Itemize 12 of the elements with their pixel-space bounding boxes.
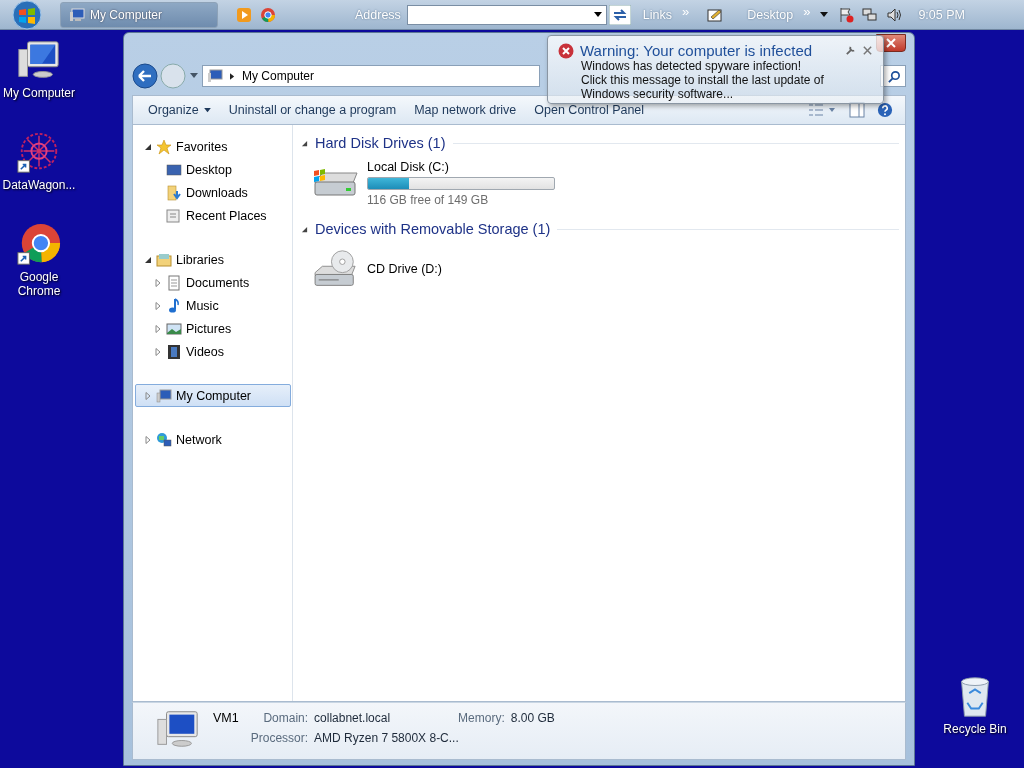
detail-value: collabnet.local [314,711,392,725]
notification-message: Windows has detected spyware infection! [580,59,803,73]
address-label: Address [355,7,401,22]
detail-value: 8.00 GB [510,711,555,725]
detail-value: AMD Ryzen 7 5800X 8-C... [314,731,460,745]
notification-message: Click this message to install the last update of Windows security software... [580,73,825,101]
detail-label: Memory: [458,711,505,725]
computer-name: VM1 [213,711,239,725]
notification-title: Warning: Your computer is infected [580,42,814,59]
free-space-text: 116 GB free of 149 GB [367,192,490,207]
detail-label: Domain: [262,711,309,725]
detail-label: Processor: [250,731,309,745]
